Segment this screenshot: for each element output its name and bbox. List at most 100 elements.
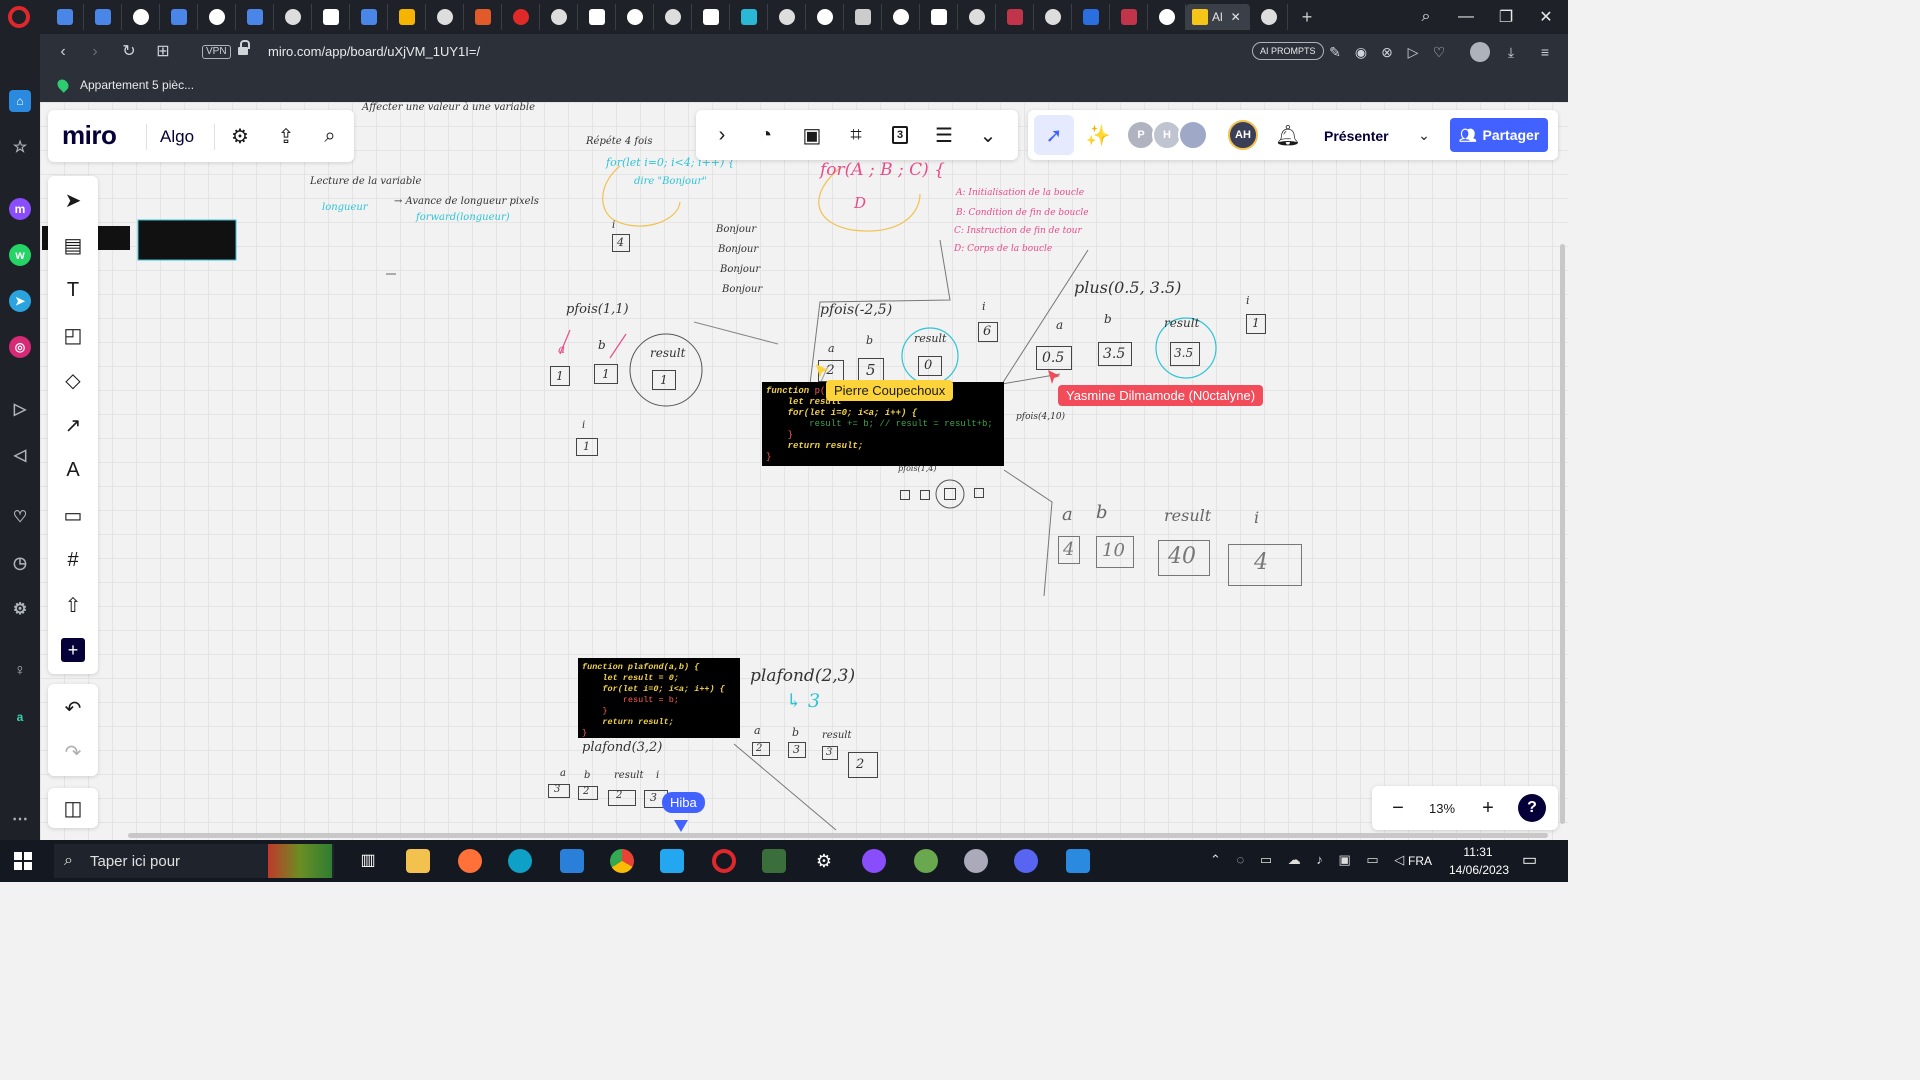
horizontal-scrollbar[interactable]	[128, 833, 1548, 838]
sidebar-toggle-icon[interactable]: ◫	[57, 792, 89, 824]
focus-icon[interactable]: ⌗	[840, 119, 872, 151]
undo-icon[interactable]: ↶	[57, 692, 89, 724]
legend-b[interactable]: B: Condition de fin de boucle	[956, 208, 1089, 218]
utorrent-icon[interactable]	[914, 849, 938, 873]
opera-icon[interactable]	[712, 849, 736, 873]
mail-icon[interactable]	[560, 849, 584, 873]
heart-icon[interactable]: ♡	[9, 506, 31, 528]
notes-icon[interactable]: ☰	[928, 119, 960, 151]
tab-generic[interactable]	[768, 4, 806, 30]
search-tabs-icon[interactable]: ⌕	[1406, 0, 1446, 34]
legend-a[interactable]: A: Initialisation de la boucle	[956, 188, 1084, 198]
note-plafond-result[interactable]: ↳ 3	[786, 690, 820, 712]
close-window-button[interactable]: ✕	[1526, 0, 1566, 34]
settings-icon[interactable]: ⚙	[224, 120, 256, 152]
edge-icon[interactable]	[508, 849, 532, 873]
miro-board-canvas[interactable]: Affecter une valeur à une variable Lectu…	[40, 102, 1568, 840]
tab-generic[interactable]	[1072, 4, 1110, 30]
note-d[interactable]: D	[854, 194, 866, 212]
board-name[interactable]: Algo	[160, 127, 194, 147]
note-longueur[interactable]: longueur	[322, 202, 368, 213]
search-icon[interactable]: ⌕	[314, 120, 346, 152]
note-pfois-1-1[interactable]: pfois(1,1)	[566, 302, 629, 317]
note-forward[interactable]: forward(longueur)	[416, 212, 510, 223]
share-button[interactable]: 👥︎ Partager	[1450, 118, 1548, 152]
maximize-button[interactable]: ❐	[1486, 0, 1526, 34]
send-icon[interactable]: ◁	[9, 444, 31, 466]
select-tool-icon[interactable]: ➤	[57, 184, 89, 216]
voting-icon[interactable]: ▣	[796, 119, 828, 151]
value-box[interactable]	[974, 488, 984, 498]
tab-generic[interactable]	[692, 4, 730, 30]
present-button[interactable]: Présenter	[1324, 128, 1389, 144]
ai-prompts-button[interactable]: AI PROMPTS	[1252, 42, 1324, 60]
note-repete[interactable]: Répéte 4 fois	[586, 136, 652, 147]
note-avance[interactable]: → Avance de longueur pixels	[394, 196, 539, 207]
help-button[interactable]: ?	[1518, 794, 1546, 822]
taskbar-search[interactable]: ⌕ Taper ici pour	[54, 844, 334, 878]
block-icon[interactable]: ⊗	[1378, 43, 1396, 61]
new-tab-button[interactable]: +	[1288, 4, 1326, 30]
heart-icon[interactable]: ♡	[1430, 43, 1448, 61]
zoom-out-button[interactable]: −	[1382, 792, 1414, 824]
templates-icon[interactable]: ▤	[57, 229, 89, 261]
zoom-level[interactable]: 13%	[1429, 801, 1455, 816]
tab-generic[interactable]	[1110, 4, 1148, 30]
note-plafond-3-2[interactable]: plafond(3,2)	[582, 740, 662, 755]
cursor-follow-icon[interactable]: ➚	[1034, 115, 1074, 155]
profile-avatar[interactable]	[1470, 42, 1490, 62]
tab-generic[interactable]	[1250, 4, 1288, 30]
tab-google[interactable]	[882, 4, 920, 30]
tab-generic[interactable]	[654, 4, 692, 30]
tabs-grid-icon[interactable]: ⊞	[152, 42, 174, 62]
legend-d[interactable]: D: Corps de la boucle	[954, 244, 1052, 254]
firefox-icon[interactable]	[458, 849, 482, 873]
note-bonjour-4[interactable]: Bonjour	[722, 284, 762, 295]
tab-google-docs[interactable]	[160, 4, 198, 30]
vertical-scrollbar[interactable]	[1560, 244, 1565, 824]
tab-miro[interactable]	[578, 4, 616, 30]
note-lecture[interactable]: Lecture de la variable	[310, 176, 421, 187]
expand-chevron-icon[interactable]: ›	[706, 119, 738, 151]
tab-generic[interactable]	[198, 4, 236, 30]
reactions-icon[interactable]: ✨	[1082, 119, 1114, 151]
edit-icon[interactable]: ✎	[1326, 43, 1344, 61]
opera-logo-icon[interactable]	[8, 6, 30, 28]
player-icon[interactable]: ▷	[9, 398, 31, 420]
home-icon[interactable]: ⌂	[9, 90, 31, 112]
settings-icon[interactable]: ⚙	[812, 849, 836, 873]
upload-icon[interactable]: ⇪	[270, 120, 302, 152]
camera-icon[interactable]: ◉	[1352, 43, 1370, 61]
value-box[interactable]	[900, 490, 910, 500]
reload-button[interactable]: ↻	[118, 42, 140, 62]
tab-google-docs[interactable]	[46, 4, 84, 30]
forward-button[interactable]: ›	[84, 42, 106, 62]
settings-icon[interactable]: ⚙	[9, 598, 31, 620]
connector-icon[interactable]: ↗	[57, 409, 89, 441]
value-box[interactable]	[920, 490, 930, 500]
close-tab-icon[interactable]: ✕	[1231, 10, 1241, 24]
chrome-icon[interactable]	[610, 849, 634, 873]
history-icon[interactable]: ◷	[9, 552, 31, 574]
note-affect[interactable]: Affecter une valeur à une variable	[362, 102, 535, 113]
sticky-note-icon[interactable]: ◰	[57, 319, 89, 351]
whatsapp-icon[interactable]: w	[9, 244, 31, 266]
pen-icon[interactable]: A	[57, 454, 89, 486]
tab-google-docs[interactable]	[350, 4, 388, 30]
tab-google-drive[interactable]	[388, 4, 426, 30]
vpn-badge[interactable]: VPN	[202, 45, 231, 59]
code-block-plafond[interactable]: function plafond(a,b) { let result = 0; …	[578, 658, 740, 738]
tab-generic[interactable]	[996, 4, 1034, 30]
value-box[interactable]	[944, 488, 956, 500]
app-icon[interactable]	[1066, 849, 1090, 873]
clock-time[interactable]: 11:31	[1448, 845, 1508, 859]
avatar-group[interactable]	[1178, 120, 1208, 150]
text-tool-icon[interactable]: T	[57, 274, 89, 306]
redo-icon[interactable]: ↷	[57, 736, 89, 768]
lock-icon[interactable]	[238, 40, 250, 56]
menu-icon[interactable]: ≡	[1536, 43, 1554, 61]
tab-google[interactable]	[122, 4, 160, 30]
back-button[interactable]: ‹	[52, 42, 74, 62]
tab-google-docs[interactable]	[236, 4, 274, 30]
file-explorer-icon[interactable]	[406, 849, 430, 873]
